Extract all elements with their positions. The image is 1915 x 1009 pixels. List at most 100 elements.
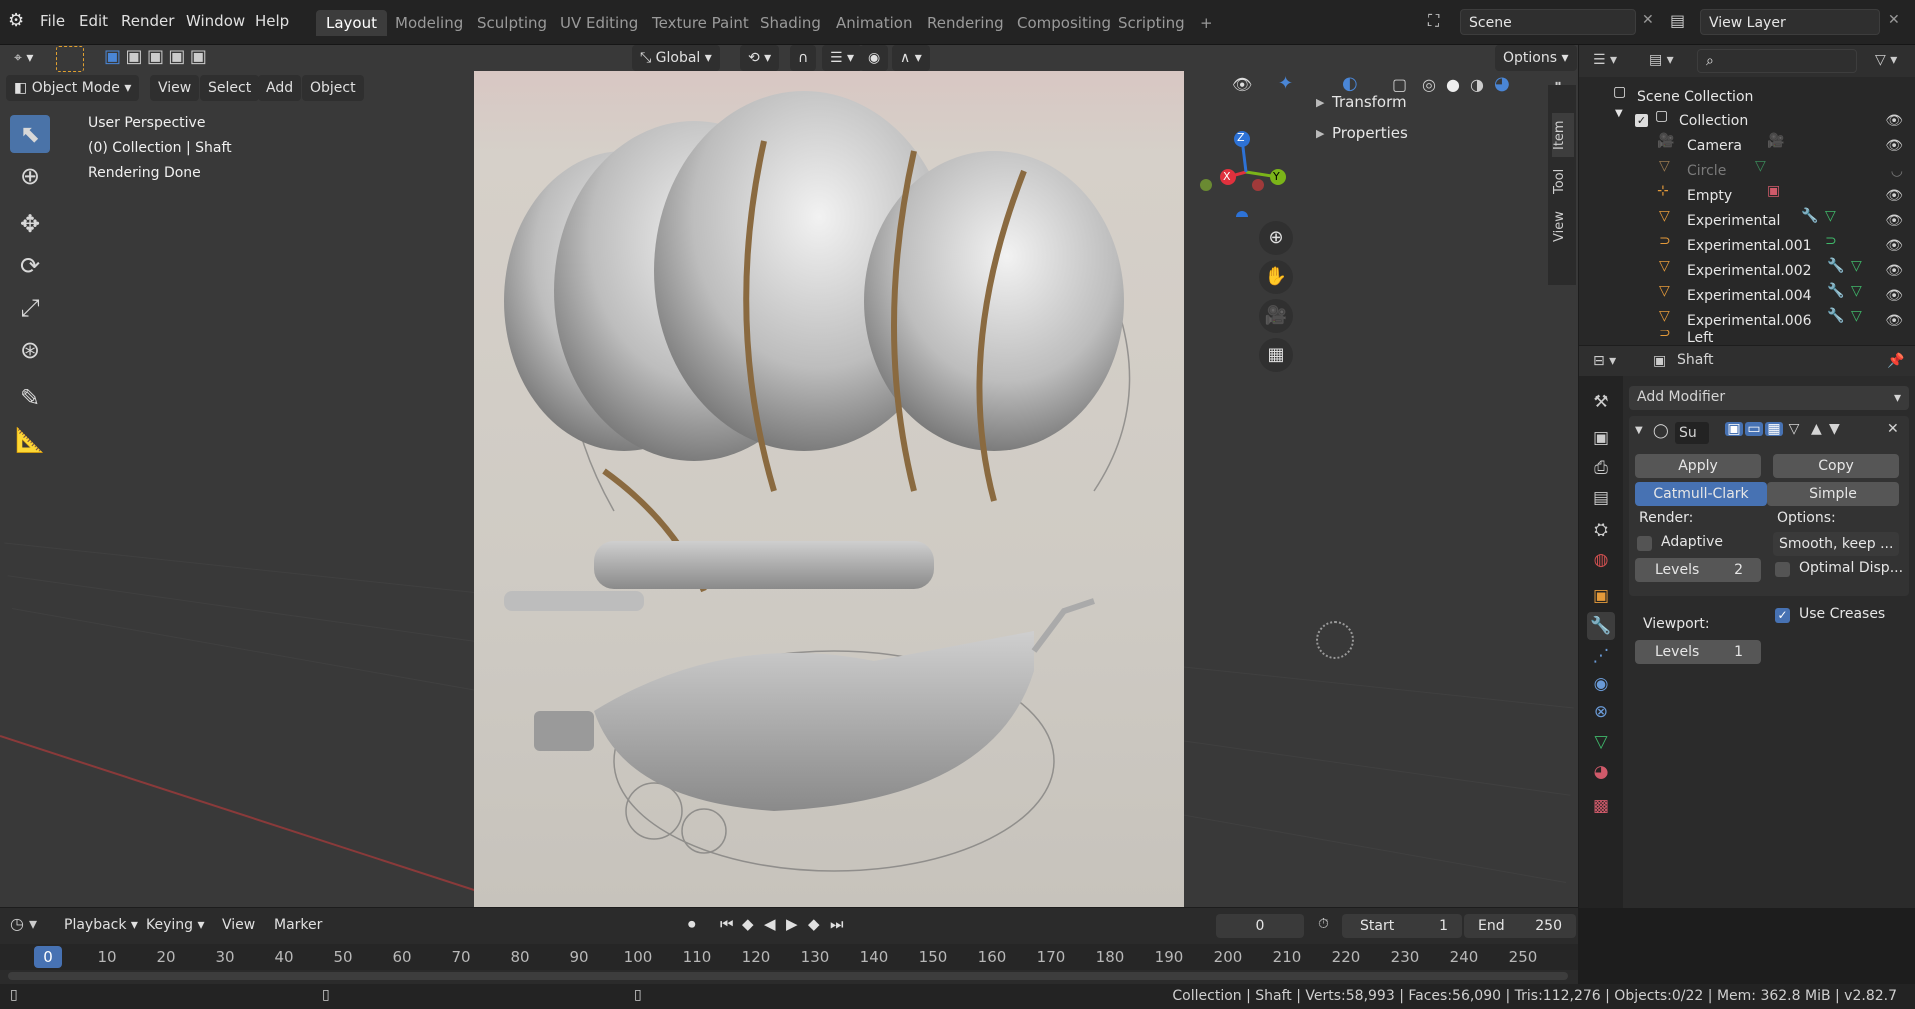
visibility-icon[interactable]: 👁 [1232,77,1252,93]
eye-icon[interactable]: 👁 [1885,109,1903,133]
chevron-down-icon[interactable]: ▼ [1635,426,1643,436]
adaptive-checkbox[interactable] [1637,536,1652,551]
navigation-gizmo[interactable]: Z X Y [1196,117,1296,223]
render-toggle-icon[interactable]: ▦ [1765,422,1783,436]
optimal-display-checkbox[interactable] [1775,562,1790,577]
tab-view-layer[interactable]: ▤ [1587,484,1615,512]
transform-panel-header[interactable]: Transform [1332,93,1407,111]
eye-icon[interactable]: 👁 [1885,209,1903,233]
blender-logo-icon[interactable]: ⚙ [8,12,24,30]
tab-compositing[interactable]: Compositing [1007,10,1121,36]
editor-type-button[interactable]: ⌖ ▾ [6,45,41,71]
use-creases-checkbox[interactable]: ✓ [1775,608,1790,623]
jump-end-icon[interactable]: ⏭ [830,917,844,932]
collection-checkbox[interactable]: ✓ [1635,114,1648,127]
tab-texture[interactable]: ▩ [1587,792,1615,820]
cage-icon[interactable]: ▽ [1785,422,1803,436]
view-layer-field[interactable]: View Layer [1700,9,1880,35]
start-frame-field[interactable]: Start 1 [1342,914,1462,938]
tab-layout[interactable]: Layout [316,10,387,36]
rendered-shading-icon[interactable]: ◕ [1494,75,1510,93]
tab-output[interactable]: ⎙ [1587,454,1615,482]
tab-constraints[interactable]: ⊗ [1587,698,1615,726]
tab-uv-editing[interactable]: UV Editing [550,10,648,36]
uv-smooth-dropdown[interactable]: Smooth, keep ... [1773,532,1899,556]
filter-icon[interactable]: ▽ ▾ [1875,53,1897,67]
select-mode-buttons[interactable]: ▣ ▣ ▣ ▣ ▣ [104,48,224,68]
tab-physics[interactable]: ◉ [1587,670,1615,698]
tab-tool-settings[interactable]: ⚒ [1587,388,1615,416]
pivot-point-dropdown[interactable]: ⟲ ▾ [740,45,780,71]
timeline-editor-icon[interactable]: ◷ ▾ [10,916,37,932]
transform-orientation-dropdown[interactable]: ⤡ Global ▾ [632,45,720,71]
outliner-item-experimental-002[interactable]: ▽ Experimental.002 🔧 ▽ 👁 [1579,259,1915,283]
marker-menu[interactable]: Marker [266,912,330,938]
tab-scene[interactable]: ⛭ [1587,516,1615,544]
scene-icon[interactable]: ⛶ [1428,13,1439,29]
tab-tool[interactable]: Tool [1552,161,1574,201]
outliner-item-experimental-001[interactable]: ⊃ Experimental.001 ⊃ 👁 [1579,234,1915,258]
properties-panel-header[interactable]: Properties [1332,124,1408,142]
copy-button[interactable]: Copy [1773,454,1899,478]
move-up-icon[interactable]: ▲ [1811,422,1822,436]
eye-icon[interactable]: 👁 [1885,234,1903,258]
camera-view-button[interactable]: 🎥 [1259,299,1293,333]
chevron-down-icon[interactable]: ▼ [1615,109,1623,119]
light-object-icon[interactable] [1316,621,1354,659]
overlay-toggle-icon[interactable]: ◐ [1342,75,1358,93]
timeline-scrollbar[interactable] [8,972,1568,980]
realtime-icon[interactable]: ▭ [1745,422,1763,436]
eye-icon[interactable]: 👁 [1885,184,1903,208]
outliner-collection[interactable]: ▼ ✓ ▢ Collection 👁 [1579,109,1915,133]
menu-window[interactable]: Window [186,12,245,30]
wireframe-shading-icon[interactable]: ◎ [1422,77,1436,93]
outliner-item-experimental-004[interactable]: ▽ Experimental.004 🔧 ▽ 👁 [1579,284,1915,308]
menu-select[interactable]: Select [200,75,260,101]
playback-menu[interactable]: Playback ▾ [56,912,146,938]
scene-field[interactable]: Scene [1460,9,1636,35]
tab-item[interactable]: Item [1552,113,1574,157]
outliner-item-circle[interactable]: ▽ Circle ▽ ◡ [1579,159,1915,183]
eye-closed-icon[interactable]: ◡ [1891,159,1903,183]
play-reverse-icon[interactable]: ◀ [764,917,776,932]
record-icon[interactable]: ⏺ [688,917,696,932]
zoom-button[interactable]: ⊕ [1259,221,1293,255]
tab-animation[interactable]: Animation [826,10,922,36]
rotate-tool[interactable]: ⟳ [10,247,50,285]
tab-sculpting[interactable]: Sculpting [467,10,557,36]
tab-object[interactable]: ▣ [1587,582,1615,610]
solid-shading-icon[interactable]: ● [1446,77,1460,93]
current-frame-field[interactable]: 0 [1216,914,1304,938]
eye-icon[interactable]: 👁 [1885,259,1903,283]
measure-tool[interactable]: 📐 [10,421,50,459]
select-new-icon[interactable]: ▣ [104,48,121,66]
select-subtract-icon[interactable]: ▣ [147,48,164,66]
mode-dropdown[interactable]: ◧ Object Mode ▾ [6,75,140,101]
edit-mode-icon[interactable]: ▣ [1725,422,1743,436]
outliner-item-empty[interactable]: ⊹ Empty ▣ 👁 [1579,184,1915,208]
menu-edit[interactable]: Edit [79,12,108,30]
display-mode-icon[interactable]: ▤ ▾ [1649,53,1674,67]
tab-world[interactable]: ◍ [1587,546,1615,574]
modifier-name-input[interactable]: Su [1675,422,1709,444]
tab-shading[interactable]: Shading [750,10,831,36]
3d-viewport[interactable]: ⌖ ▾ ▣ ▣ ▣ ▣ ▣ ⤡ Global ▾ ⟲ ▾ ∩ ☰ ▾ ◉ ∧ ▾… [0,45,1578,907]
gizmo-toggle-icon[interactable]: ✦ [1278,75,1293,93]
next-keyframe-icon[interactable]: ◆ [808,917,820,932]
render-levels-field[interactable]: Levels 2 [1635,558,1761,582]
cursor-tool[interactable]: ⊕ [10,157,50,195]
add-modifier-dropdown[interactable]: Add Modifier ▾ [1629,386,1909,410]
close-icon[interactable]: ✕ [1887,422,1899,436]
catmull-clark-button[interactable]: Catmull-Clark [1635,482,1767,506]
menu-help[interactable]: Help [255,12,289,30]
select-box-tool[interactable]: ⬉ [10,115,50,153]
view-layer-icon[interactable]: ▤ [1670,13,1685,29]
proportional-editing-toggle[interactable]: ◉ [860,45,889,71]
tab-scripting[interactable]: Scripting [1108,10,1195,36]
simple-button[interactable]: Simple [1767,482,1899,506]
snap-toggle[interactable]: ∩ [790,45,817,71]
eye-icon[interactable]: 👁 [1885,134,1903,158]
stopwatch-icon[interactable]: ⏱ [1318,917,1329,931]
outliner-item-camera[interactable]: 🎥 Camera 🎥 👁 [1579,134,1915,158]
tab-rendering[interactable]: Rendering [917,10,1014,36]
